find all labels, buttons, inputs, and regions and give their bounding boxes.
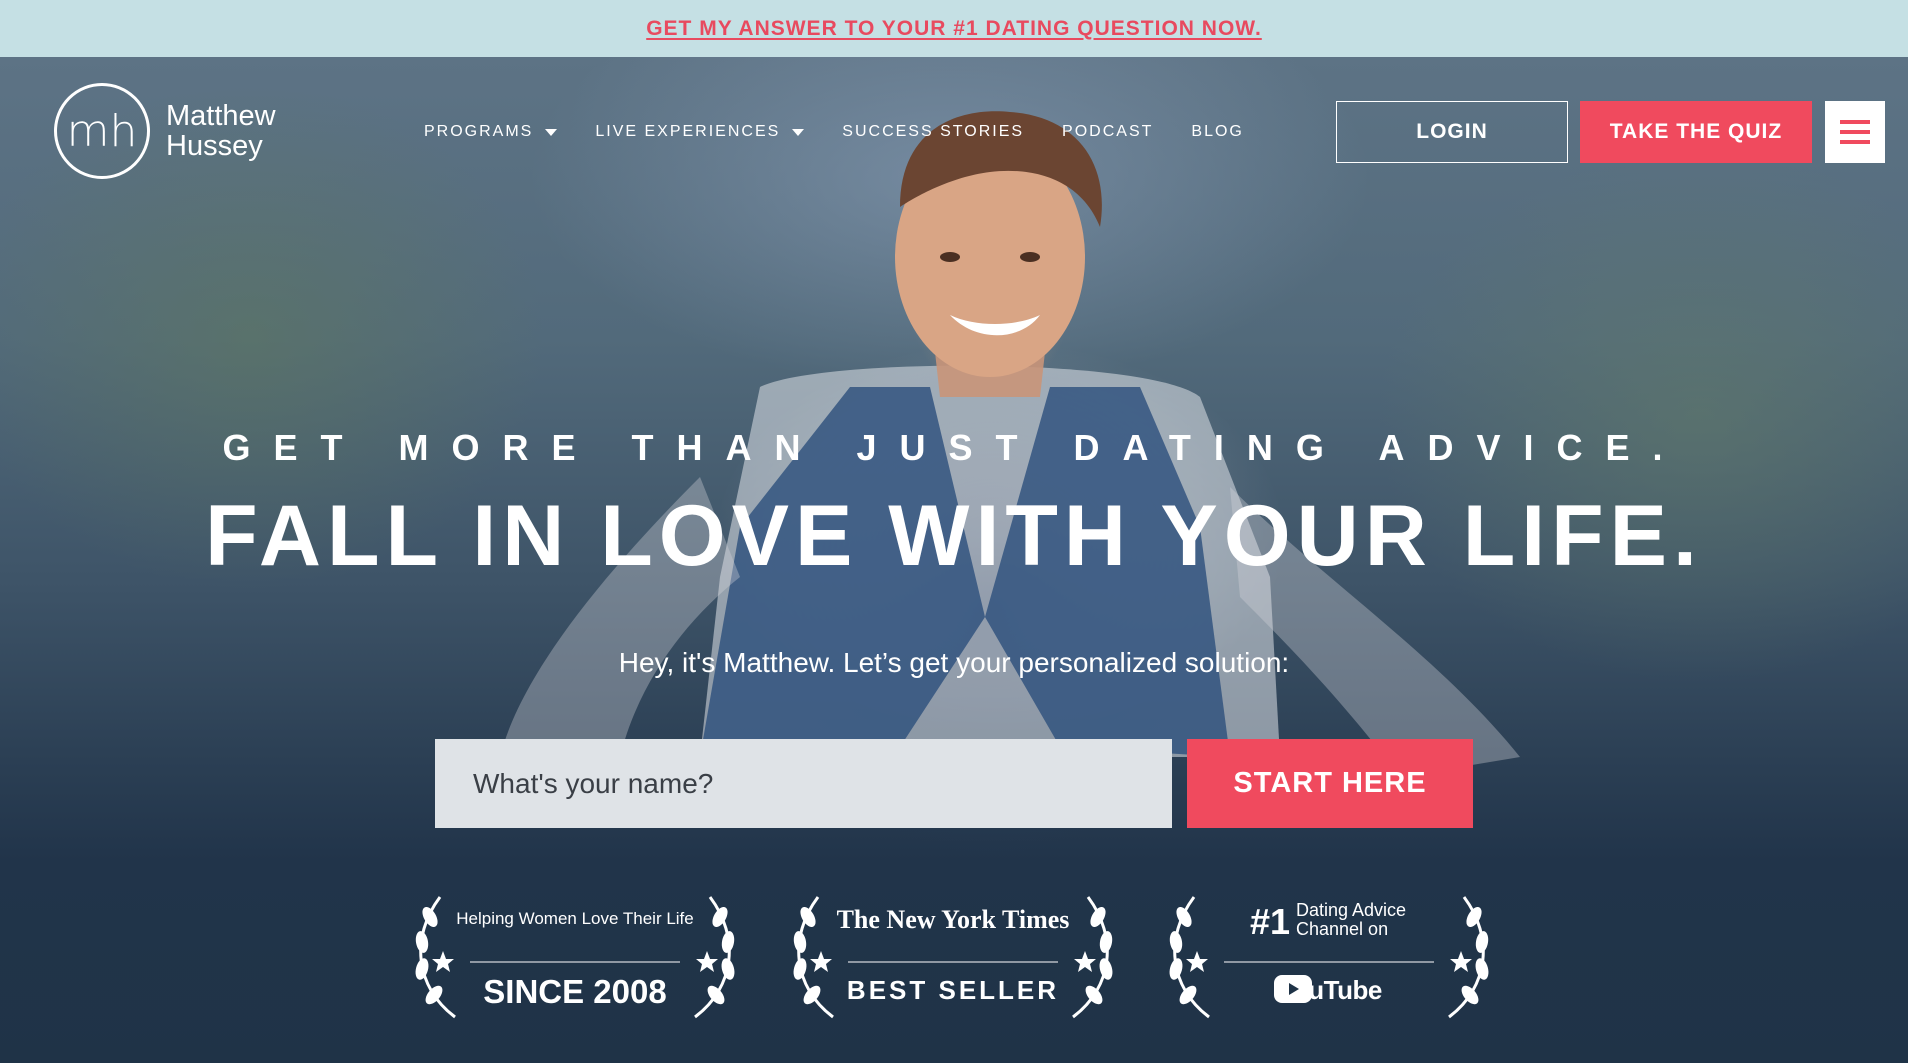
badge-nyt-best-seller: The New York Times BEST SELLER <box>778 877 1128 1027</box>
main-nav: PROGRAMS LIVE EXPERIENCES SUCCESS STORIE… <box>424 123 1282 141</box>
nav-item-label: PODCAST <box>1062 123 1154 140</box>
start-here-button[interactable]: START HERE <box>1187 739 1473 828</box>
badge-highlight: BEST SELLER <box>846 975 1060 1005</box>
badge-caption: Helping Women Love Their Life <box>456 909 694 928</box>
logo-wordmark: Matthew Hussey <box>166 101 276 161</box>
announcement-link[interactable]: GET MY ANSWER TO YOUR #1 DATING QUESTION… <box>646 17 1262 41</box>
badge-since-2008: Helping Women Love Their Life SINCE 2008 <box>400 877 750 1027</box>
logo-monogram: mh <box>54 83 150 179</box>
name-input[interactable] <box>435 739 1172 828</box>
caret-down-icon <box>792 128 805 136</box>
announcement-bar: GET MY ANSWER TO YOUR #1 DATING QUESTION… <box>0 0 1908 57</box>
nav-item-label: PROGRAMS <box>424 123 534 140</box>
nav-item-success-stories[interactable]: SUCCESS STORIES <box>842 123 1024 141</box>
nav-item-podcast[interactable]: PODCAST <box>1062 123 1153 141</box>
hamburger-menu-icon[interactable] <box>1825 101 1885 163</box>
badge-caption: The New York Times <box>836 905 1070 934</box>
login-button[interactable]: LOGIN <box>1336 101 1568 163</box>
badge-rank: #1 <box>1250 901 1291 942</box>
badge-youtube-channel: #1 Dating Advice Channel on YouTube <box>1154 877 1504 1027</box>
hero-subline: Hey, it's Matthew. Let’s get your person… <box>618 647 1290 678</box>
hero-eyebrow: GET MORE THAN JUST DATING ADVICE. <box>222 427 1686 468</box>
nav-item-live-experiences[interactable]: LIVE EXPERIENCES <box>595 123 805 141</box>
logo-line-2: Hussey <box>166 130 263 162</box>
nav-item-label: BLOG <box>1191 123 1244 140</box>
youtube-icon <box>1274 975 1312 1003</box>
logo-line-1: Matthew <box>166 100 276 132</box>
nav-item-blog[interactable]: BLOG <box>1191 123 1243 141</box>
badge-caption-line-1: Dating Advice <box>1296 900 1407 920</box>
credential-badges: Helping Women Love Their Life SINCE 2008 <box>400 877 1510 1027</box>
youtube-logo: YouTube <box>1274 975 1382 1006</box>
nav-item-programs[interactable]: PROGRAMS <box>424 123 558 141</box>
take-quiz-button[interactable]: TAKE THE QUIZ <box>1580 101 1812 163</box>
site-logo[interactable]: mh Matthew Hussey <box>54 83 276 179</box>
badge-highlight: SINCE 2008 <box>483 973 667 1010</box>
nav-item-label: SUCCESS STORIES <box>842 123 1025 140</box>
hero-section: mh Matthew Hussey PROGRAMS LIVE EXPERIEN… <box>0 57 1908 1063</box>
badge-caption: Dating Advice Channel on <box>1296 901 1406 939</box>
hero-headline: FALL IN LOVE WITH YOUR LIFE. <box>205 488 1703 584</box>
caret-down-icon <box>545 128 558 136</box>
nav-item-label: LIVE EXPERIENCES <box>595 123 781 140</box>
badge-caption-line-2: Channel on <box>1296 919 1389 939</box>
